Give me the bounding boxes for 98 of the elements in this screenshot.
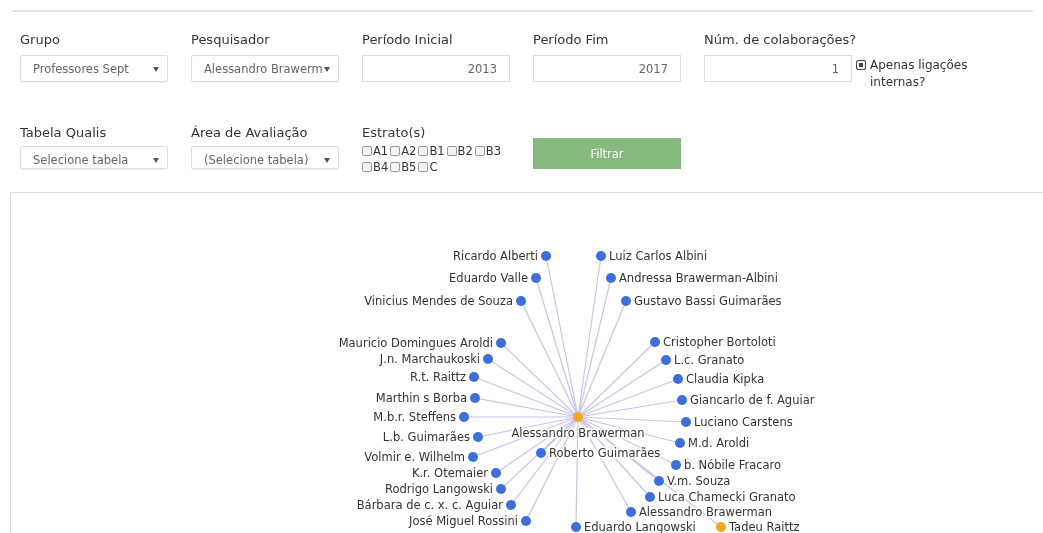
input-field[interactable]: 2013 [362, 55, 510, 82]
graph-node[interactable] [606, 273, 616, 283]
node-label: Roberto Guimarães [549, 446, 661, 460]
graph-node[interactable] [469, 372, 479, 382]
graph-node[interactable] [496, 484, 506, 494]
node-label: Ricardo Alberti [453, 249, 538, 263]
node-label: R.t. Raittz [409, 370, 466, 384]
field-label: Área de Avaliação [191, 125, 309, 140]
caret-icon [324, 67, 330, 72]
node-label: Bárbara de c. x. c. Aguiar [356, 498, 503, 512]
field-label: Grupo [20, 32, 61, 49]
node-label: José Miguel Rossini [409, 514, 518, 528]
field-label: Período Fim [533, 32, 610, 49]
checkbox-label: B3 [485, 144, 502, 158]
graph-node[interactable] [650, 337, 660, 347]
checkbox[interactable] [390, 146, 401, 156]
checkbox-label: B4 [373, 160, 389, 174]
dropdown[interactable]: Selecione tabela [20, 146, 168, 169]
checkbox[interactable] [390, 162, 401, 172]
checkbox[interactable] [362, 162, 372, 172]
caret-icon [324, 158, 330, 163]
graph-node[interactable] [521, 516, 531, 526]
node-label: J.n. Marchaukoski [379, 352, 480, 366]
node-label: K.r. Otemaier [411, 466, 488, 480]
node-label: Eduardo Langowski [584, 520, 696, 533]
node-label: Luca Chamecki Granato [658, 490, 796, 504]
node-label: Volmir e. Wilhelm [364, 450, 465, 464]
node-label: Luciano Carstens [694, 415, 793, 429]
checkbox[interactable] [418, 146, 429, 156]
node-label: Cristopher Bortoloti [663, 335, 776, 349]
graph-node[interactable] [661, 355, 671, 365]
graph-node[interactable] [459, 412, 469, 422]
checkbox-label: Apenas ligações internas? [870, 57, 969, 91]
checkbox[interactable] [362, 146, 372, 156]
node-label: Vinicius Mendes de Souza [364, 294, 513, 308]
dropdown[interactable]: (Selecione tabela) [191, 146, 339, 169]
checkbox[interactable] [446, 146, 457, 156]
graph-node[interactable] [473, 432, 483, 442]
graph-node[interactable] [645, 492, 655, 502]
node-label: L.b. Guimarães [382, 430, 470, 444]
graph-node[interactable] [496, 338, 506, 348]
graph-node[interactable] [531, 273, 541, 283]
graph-node[interactable] [470, 393, 480, 403]
node-label: Mauricio Domingues Aroldi [338, 336, 493, 350]
checkbox-label: B1 [429, 144, 445, 158]
node-label: Claudia Kipka [686, 372, 765, 386]
graph-node[interactable] [516, 296, 526, 306]
checkbox[interactable] [856, 60, 866, 70]
checkbox-label: B5 [401, 160, 417, 174]
node-label: Alessandro Brawerman [511, 426, 645, 440]
node-label: M.d. Aroldi [688, 436, 750, 450]
checkbox-label: C [429, 160, 438, 174]
graph-node[interactable] [677, 395, 687, 405]
node-label: M.b.r. Steffens [373, 410, 456, 424]
graph-node[interactable] [536, 448, 546, 458]
input-field[interactable]: 1 [704, 55, 852, 82]
caret-icon [153, 158, 159, 163]
node-label: Andressa Brawerman-Albini [619, 271, 778, 285]
graph-node[interactable] [681, 417, 691, 427]
checkbox-label: B2 [457, 144, 473, 158]
node-label: Alessandro Brawerman [639, 505, 773, 519]
node-label: V.m. Souza [667, 474, 731, 488]
field-label: Estrato(s) [362, 125, 427, 140]
graph-node[interactable] [673, 374, 683, 384]
input-field[interactable]: 2017 [533, 55, 681, 82]
graph-node[interactable] [716, 522, 726, 532]
checkbox-label: A2 [401, 144, 417, 158]
node-label: L.c. Granato [674, 353, 745, 367]
caret-icon [153, 67, 159, 72]
graph-node[interactable] [506, 500, 516, 510]
field-label: Período Inicial [362, 32, 454, 49]
graph-node[interactable] [571, 522, 581, 532]
graph-node[interactable] [468, 452, 478, 462]
dropdown[interactable]: Alessandro Brawerm [191, 55, 339, 82]
dropdown[interactable]: Professores Sept [20, 55, 168, 82]
field-label: Tabela Qualis [20, 125, 108, 140]
graph-node[interactable] [675, 438, 685, 448]
graph-node[interactable] [483, 354, 493, 364]
graph-node[interactable] [654, 476, 664, 486]
graph-node[interactable] [621, 296, 631, 306]
node-label: Giancarlo de f. Aguiar [690, 393, 815, 407]
checkbox-label: A1 [373, 144, 389, 158]
node-label: Marthin s Borba [375, 391, 467, 405]
checkbox[interactable] [418, 162, 429, 172]
field-label: Pesquisador [191, 32, 271, 49]
node-label: Eduardo Valle [449, 271, 528, 285]
graph-node[interactable] [491, 468, 501, 478]
node-label: Rodrigo Langowski [384, 482, 493, 496]
node-label: Tadeu Raittz [729, 520, 800, 533]
node-label: b. Nóbile Fracaro [684, 458, 782, 472]
checkbox[interactable] [474, 146, 485, 156]
node-label: Luiz Carlos Albini [609, 249, 708, 263]
node-label: Gustavo Bassi Guimarães [634, 294, 782, 308]
graph-node[interactable] [596, 251, 606, 261]
graph-node[interactable] [541, 251, 551, 261]
graph-node[interactable] [671, 460, 681, 470]
graph-node[interactable] [626, 507, 636, 517]
graph-node[interactable] [573, 412, 583, 422]
